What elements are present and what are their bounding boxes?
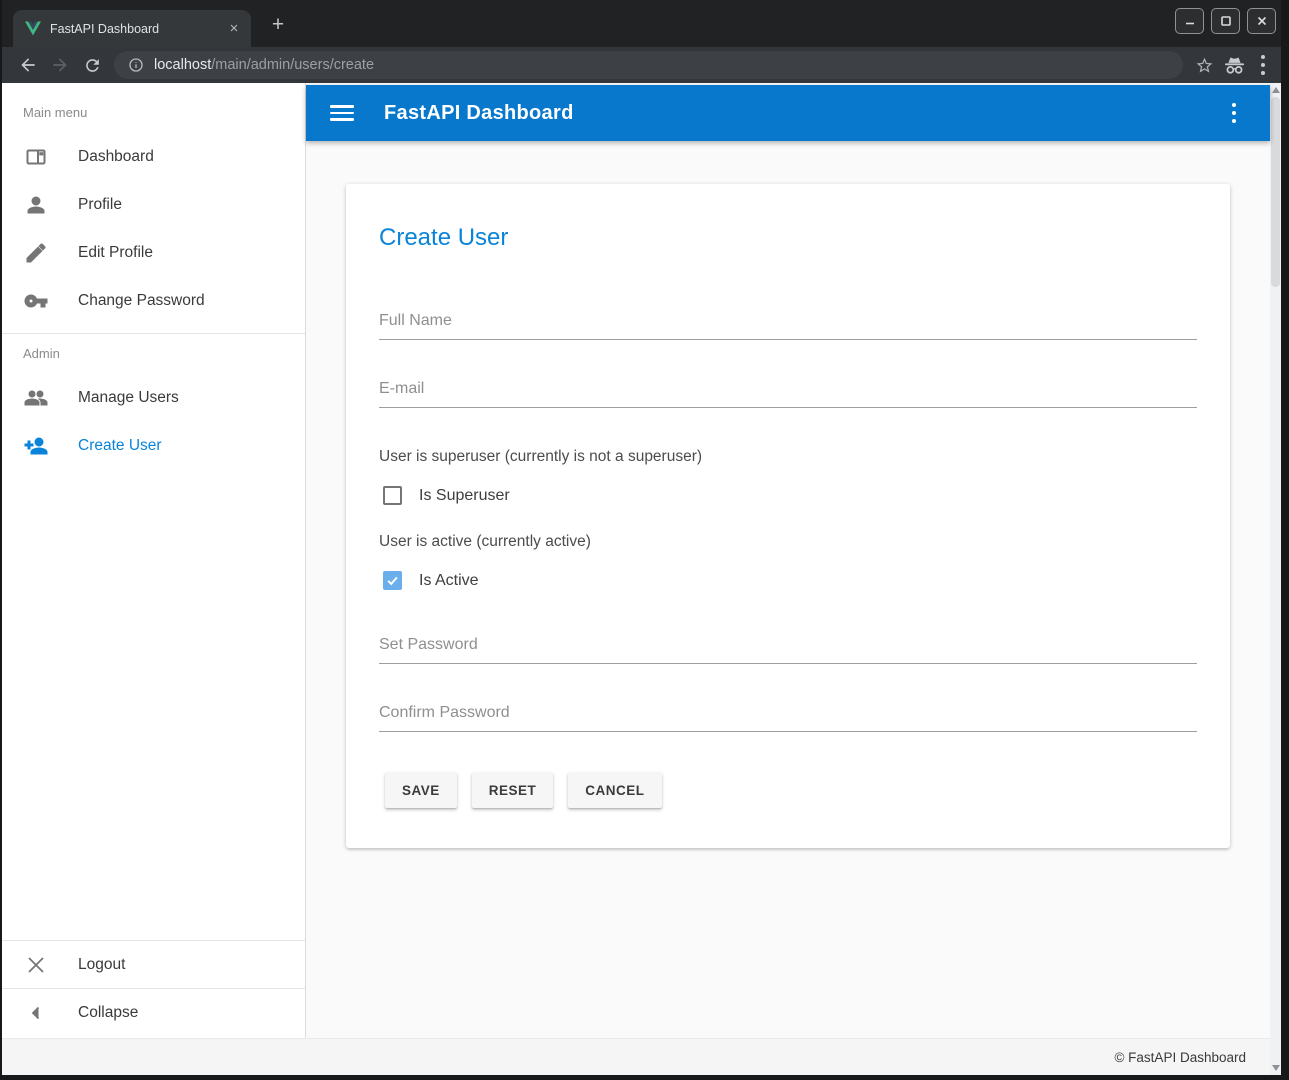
reload-button[interactable] <box>76 50 108 80</box>
sidebar-item-label: Edit Profile <box>78 244 153 262</box>
form-buttons: SAVE RESET CANCEL <box>385 772 1197 808</box>
sidebar-item-dashboard[interactable]: Dashboard <box>2 133 305 181</box>
url-text: localhost/main/admin/users/create <box>154 57 374 73</box>
active-checkbox[interactable] <box>383 571 402 590</box>
sidebar-item-label: Dashboard <box>78 148 154 166</box>
set-password-input[interactable] <box>379 636 1197 664</box>
page-body: Create User User is superuser (currently… <box>306 141 1270 1038</box>
page-title: Create User <box>379 222 1197 254</box>
sidebar-item-label: Manage Users <box>78 389 179 407</box>
minimize-button[interactable] <box>1175 8 1204 34</box>
pencil-icon <box>24 241 48 265</box>
full-name-field <box>379 312 1197 340</box>
bookmark-star-icon[interactable] <box>1195 56 1214 75</box>
sidebar-item-label: Collapse <box>78 1004 138 1022</box>
app-bar-title: FastAPI Dashboard <box>384 102 1226 125</box>
address-bar[interactable]: localhost/main/admin/users/create <box>114 51 1183 79</box>
window-controls <box>1175 8 1276 34</box>
app-bar-menu-icon[interactable] <box>1226 99 1243 128</box>
confirm-password-field <box>379 704 1197 732</box>
sidebar-item-logout[interactable]: Logout <box>2 940 305 988</box>
set-password-field <box>379 636 1197 664</box>
page-footer: © FastAPI Dashboard <box>2 1038 1270 1075</box>
browser-toolbar: localhost/main/admin/users/create <box>2 47 1281 83</box>
sidebar-item-label: Profile <box>78 196 122 214</box>
person-icon <box>24 193 48 217</box>
full-name-input[interactable] <box>379 312 1197 340</box>
copyright-text: © FastAPI Dashboard <box>1114 1050 1246 1065</box>
create-user-card: Create User User is superuser (currently… <box>346 184 1230 848</box>
tab-close-icon[interactable]: × <box>225 20 243 38</box>
browser-tab[interactable]: FastAPI Dashboard × <box>13 10 251 47</box>
browser-window: FastAPI Dashboard × + <box>0 0 1289 1080</box>
back-button[interactable] <box>12 50 44 80</box>
main-content: FastAPI Dashboard Create User <box>306 83 1270 1038</box>
email-field <box>379 380 1197 408</box>
url-path: /main/admin/users/create <box>211 57 374 73</box>
sidebar-item-edit-profile[interactable]: Edit Profile <box>2 229 305 277</box>
sidebar-item-label: Logout <box>78 956 125 974</box>
page-info-icon[interactable] <box>128 57 144 73</box>
tab-title: FastAPI Dashboard <box>50 22 225 36</box>
scrollbar-thumb[interactable] <box>1271 97 1280 287</box>
browser-menu-icon[interactable] <box>1255 51 1272 80</box>
confirm-password-input[interactable] <box>379 704 1197 732</box>
browser-chrome: FastAPI Dashboard × + <box>2 0 1281 1075</box>
sidebar-item-collapse[interactable]: Collapse <box>2 988 305 1036</box>
superuser-checkbox-row[interactable]: Is Superuser <box>383 486 1197 505</box>
save-button[interactable]: SAVE <box>385 772 457 808</box>
sidebar-item-label: Change Password <box>78 292 205 310</box>
superuser-hint: User is superuser (currently is not a su… <box>379 448 1197 466</box>
page-viewport: Main menu Dashboard <box>2 83 1281 1075</box>
close-x-icon <box>24 953 48 977</box>
key-icon <box>24 289 48 313</box>
reset-button[interactable]: RESET <box>472 772 554 808</box>
incognito-icon <box>1224 56 1245 75</box>
vue-logo-icon <box>25 21 41 36</box>
chevron-left-icon <box>24 1001 48 1025</box>
scrollbar-up-arrow-icon[interactable] <box>1272 87 1280 93</box>
sidebar-item-label: Create User <box>78 437 162 455</box>
sidebar-item-create-user[interactable]: Create User <box>2 422 305 470</box>
active-checkbox-row[interactable]: Is Active <box>383 571 1197 590</box>
sidebar: Main menu Dashboard <box>2 83 306 1038</box>
titlebar: FastAPI Dashboard × + <box>2 0 1281 47</box>
sidebar-item-manage-users[interactable]: Manage Users <box>2 374 305 422</box>
app-bar: FastAPI Dashboard <box>306 85 1270 141</box>
active-checkbox-label: Is Active <box>419 572 479 590</box>
people-icon <box>24 386 48 410</box>
vertical-scrollbar[interactable] <box>1270 83 1281 1075</box>
url-host: localhost <box>154 57 211 73</box>
dashboard-icon <box>24 145 48 169</box>
sidebar-header-admin: Admin <box>2 334 305 374</box>
toolbar-right <box>1195 51 1272 80</box>
scrollbar-down-arrow-icon[interactable] <box>1272 1065 1280 1071</box>
sidebar-bottom: Logout Collapse <box>2 940 305 1038</box>
email-input[interactable] <box>379 380 1197 408</box>
maximize-button[interactable] <box>1211 8 1240 34</box>
sidebar-header-main-menu: Main menu <box>2 93 305 133</box>
sidebar-item-change-password[interactable]: Change Password <box>2 277 305 325</box>
new-tab-button[interactable]: + <box>265 12 291 38</box>
hamburger-menu-icon[interactable] <box>330 105 354 121</box>
cancel-button[interactable]: CANCEL <box>568 772 661 808</box>
person-add-icon <box>24 434 48 458</box>
close-window-button[interactable] <box>1247 8 1276 34</box>
superuser-checkbox-label: Is Superuser <box>419 487 510 505</box>
active-hint: User is active (currently active) <box>379 533 1197 551</box>
sidebar-item-profile[interactable]: Profile <box>2 181 305 229</box>
forward-button[interactable] <box>44 50 76 80</box>
superuser-checkbox[interactable] <box>383 486 402 505</box>
